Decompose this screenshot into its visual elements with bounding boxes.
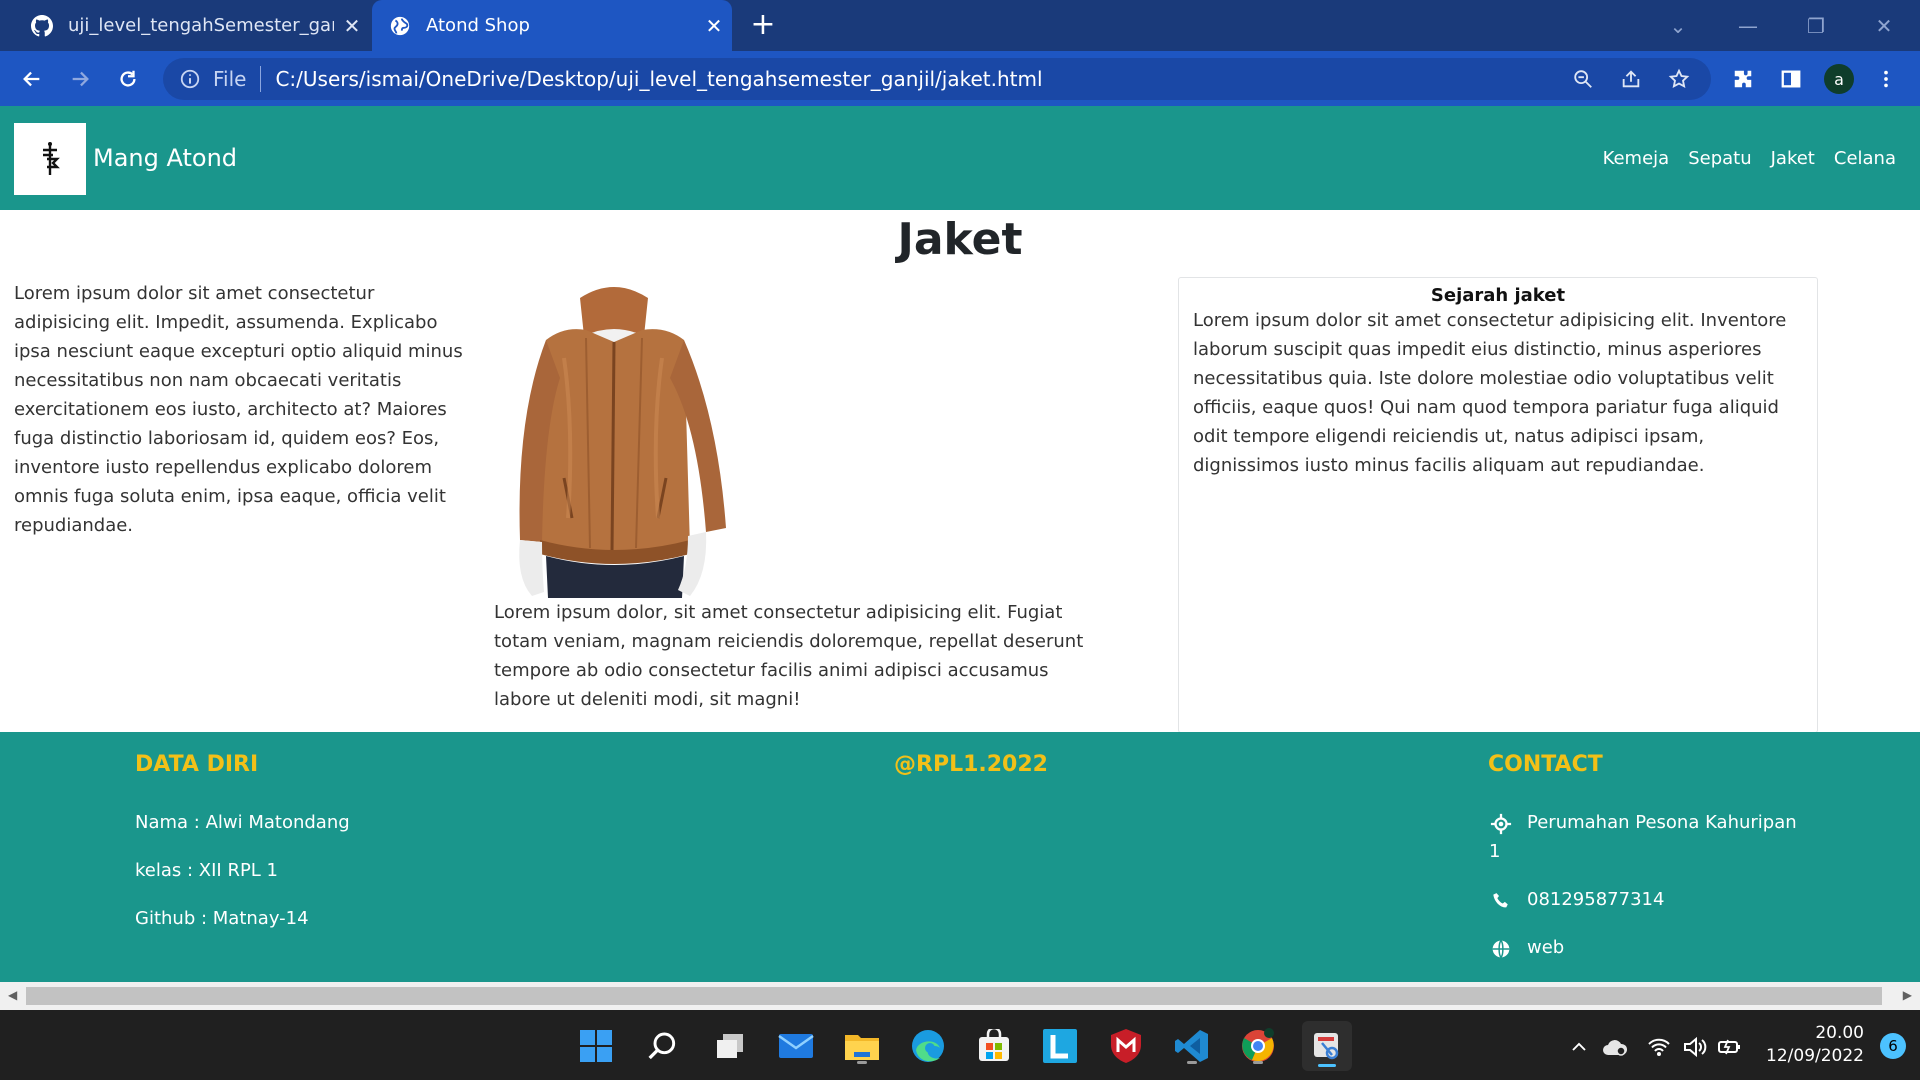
brand-name[interactable]: Mang Atond [93,144,237,172]
share-icon[interactable] [1615,63,1647,95]
tab-close-icon[interactable]: ✕ [696,14,732,38]
volume-icon[interactable] [1680,1032,1710,1062]
nav-link-celana[interactable]: Celana [1834,148,1896,169]
contact-phone: 081295877314 [1487,889,1664,913]
site-footer: DATA DIRI Nama : Alwi Matondang kelas : … [0,732,1920,982]
globe-icon [1487,937,1515,961]
vscode-icon[interactable] [1170,1024,1214,1068]
file-explorer-icon[interactable] [840,1024,884,1068]
location-crosshair-icon [1487,812,1515,836]
footer-heading-center: @RPL1.2022 [894,752,1048,777]
forward-icon[interactable] [62,61,98,97]
contact-phone-number: 081295877314 [1527,889,1665,910]
footer-nama: Nama : Alwi Matondang [135,812,350,833]
footer-heading-contact: CONTACT [1488,752,1603,777]
left-paragraph: Lorem ipsum dolor sit amet consectetur a… [14,283,463,536]
onedrive-cloud-icon[interactable] [1600,1032,1630,1062]
phone-icon [1487,889,1515,913]
url-text[interactable]: C:/Users/ismai/OneDrive/Desktop/uji_leve… [275,67,1567,91]
edge-icon[interactable] [906,1024,950,1068]
tab-title: uji_level_tengahSemester_ganjil/s [68,15,334,36]
info-icon[interactable] [179,68,201,90]
l-app-icon[interactable] [1038,1024,1082,1068]
profile-avatar[interactable]: a [1821,61,1857,97]
extensions-icon[interactable] [1725,61,1761,97]
contact-address: Perumahan Pesona Kahuripan [1487,812,1797,836]
scrollbar-thumb[interactable] [26,987,1882,1005]
nav-menu: Kemeja Sepatu Jaket Celana [1584,148,1896,169]
browser-tab-strip: uji_level_tengahSemester_ganjil/s ✕ Aton… [0,0,1920,51]
contact-web: web [1487,937,1564,961]
github-icon [30,14,54,38]
battery-icon[interactable] [1714,1032,1744,1062]
site-navbar: Mang Atond Kemeja Sepatu Jaket Celana [0,106,1920,210]
footer-github: Github : Matnay-14 [135,908,309,929]
tab-github[interactable]: uji_level_tengahSemester_ganjil/s ✕ [16,0,370,51]
minimize-icon[interactable]: — [1728,8,1768,44]
card-title: Sejarah jaket [1430,285,1566,306]
footer-heading-data-diri: DATA DIRI [135,752,259,777]
brand-logo[interactable] [14,123,86,195]
mcafee-icon[interactable] [1104,1024,1148,1068]
tab-search-icon[interactable]: ⌄ [1658,8,1698,44]
tab-title: Atond Shop [426,15,530,36]
restore-icon[interactable]: ❐ [1796,8,1836,44]
address-bar[interactable]: File C:/Users/ismai/OneDrive/Desktop/uji… [163,58,1711,100]
snipping-tool-icon[interactable] [1302,1021,1352,1071]
task-view-icon[interactable] [708,1024,752,1068]
back-icon[interactable] [14,61,50,97]
mail-icon[interactable] [774,1024,818,1068]
contact-web-link[interactable]: web [1527,937,1564,961]
menu-kebab-icon[interactable] [1868,61,1904,97]
card-body: Lorem ipsum dolor sit amet consectetur a… [1193,310,1787,476]
page-title: Jaket [897,214,1023,265]
nav-link-sepatu[interactable]: Sepatu [1688,148,1751,169]
chevron-up-icon[interactable] [1564,1032,1594,1062]
windows-start-icon[interactable] [574,1024,618,1068]
globe-icon [388,14,412,38]
zoom-out-icon[interactable] [1567,63,1599,95]
contact-address-line1: Perumahan Pesona Kahuripan [1527,812,1797,833]
notification-badge[interactable]: 6 [1880,1033,1906,1059]
new-tab-button[interactable]: + [745,8,781,44]
nav-link-jaket[interactable]: Jaket [1771,148,1815,169]
running-indicator [1253,1061,1263,1064]
clock-date: 12/09/2022 [1766,1046,1864,1066]
active-indicator [1318,1064,1336,1067]
windows-taskbar: 20.00 12/09/2022 6 [0,1010,1920,1080]
side-panel-icon[interactable] [1773,61,1809,97]
tab-atond-shop[interactable]: Atond Shop ✕ [372,0,732,51]
running-indicator [1187,1061,1197,1064]
chrome-icon[interactable] [1236,1024,1280,1068]
separator [260,66,262,92]
scroll-left-arrow-icon[interactable]: ◀ [8,988,17,1002]
footer-kelas: kelas : XII RPL 1 [135,860,279,881]
clock-time: 20.00 [1815,1023,1864,1043]
horizontal-scrollbar[interactable]: ◀ ▶ [0,982,1920,1010]
jacket-image [494,278,734,598]
system-clock[interactable]: 20.00 12/09/2022 [1766,1022,1864,1068]
close-window-icon[interactable]: ✕ [1864,8,1904,44]
running-indicator [857,1061,867,1064]
nav-link-kemeja[interactable]: Kemeja [1603,148,1670,169]
browser-toolbar: File C:/Users/ismai/OneDrive/Desktop/uji… [0,51,1920,106]
scheme-label: File [213,67,247,91]
tab-close-icon[interactable]: ✕ [334,14,370,38]
avatar: a [1824,64,1854,94]
history-card: Sejarah jaket Lorem ipsum dolor sit amet… [1178,277,1818,733]
contact-address-line2: 1 [1489,841,1501,862]
middle-paragraph: Lorem ipsum dolor, sit amet consectetur … [494,602,1084,710]
store-icon[interactable] [972,1024,1016,1068]
bookmark-star-icon[interactable] [1663,63,1695,95]
search-icon[interactable] [641,1024,685,1068]
brand-logo-icon [43,142,60,175]
reload-icon[interactable] [110,61,146,97]
wifi-icon[interactable] [1644,1032,1674,1062]
scroll-right-arrow-icon[interactable]: ▶ [1903,988,1912,1002]
